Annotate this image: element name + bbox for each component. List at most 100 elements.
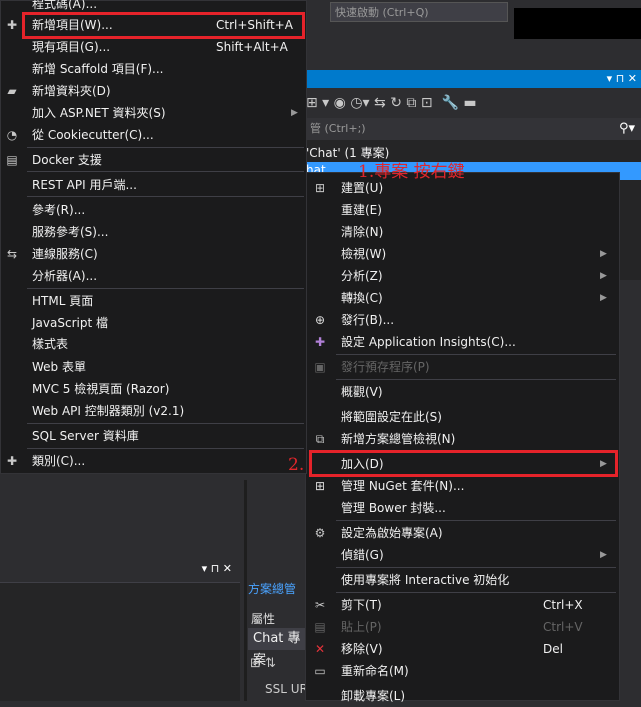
menu-item[interactable]: ✚ 類別(C)... (1, 450, 306, 472)
menu-separator (336, 379, 616, 380)
menu-item-label: MVC 5 檢視頁面 (Razor) (32, 382, 170, 396)
menu-item[interactable]: 分析器(A)... (1, 265, 306, 287)
menu-item-label: 服務參考(S)... (32, 225, 109, 239)
properties-row-label: SSL UR (265, 682, 308, 696)
menu-item[interactable]: ▣ 發行預存程序(P) (306, 356, 619, 378)
menu-item[interactable]: 加入 ASP.NET 資料夾(S) ▶ (1, 102, 306, 124)
solution-explorer-titlebar: ▾ ⊓ ✕ (300, 70, 641, 88)
menu-item-label: 連線服務(C) (32, 247, 98, 261)
menu-item-shortcut: Shift+Alt+A (216, 40, 288, 54)
properties-object-selector[interactable]: Chat 專案 (248, 628, 313, 668)
menu-item[interactable]: 將範圍設定在此(S) (306, 406, 619, 428)
menu-item[interactable]: ⇆ 連線服務(C) (1, 243, 306, 265)
menu-item[interactable]: 偵錯(G) ▶ (306, 544, 619, 566)
menu-item-label: 將範圍設定在此(S) (341, 410, 442, 424)
tab-solution-explorer[interactable]: 方案總管 (248, 578, 302, 600)
menu-item[interactable]: Web API 控制器類別 (v2.1) (1, 400, 306, 422)
menu-item-label: 使用專案將 Interactive 初始化 (341, 573, 510, 587)
menu-separator (27, 448, 304, 449)
menu-item[interactable]: HTML 頁面 (1, 290, 306, 312)
menu-item-label: 發行預存程序(P) (341, 360, 430, 374)
menu-item-label: 偵錯(G) (341, 548, 384, 562)
window-controls-icon[interactable]: ▾ ⊓ ✕ (202, 562, 232, 575)
menu-item[interactable]: 服務參考(S)... (1, 221, 306, 243)
menu-item[interactable]: 現有項目(G)... Shift+Alt+A (1, 36, 306, 58)
solution-explorer-search[interactable]: 管 (Ctrl+;) ⚲▾ (300, 118, 641, 140)
menu-item[interactable]: JavaScript 檔 (1, 312, 306, 334)
connected-service-icon: ⇆ (6, 247, 18, 261)
project-context-menu: ⊞ 建置(U) 重建(E) 清除(N) 檢視(W) ▶ 分析(Z) ▶ 轉換(C) ▶ ⊕ 發行(B)… (305, 172, 620, 703)
solution-explorer-toolbar[interactable]: ⊞ ▾ ◉ ◷▾ ⇆ ↻ ⧉ ⊡ 🔧 ▬ (300, 88, 641, 118)
bottom-left-panel: ▾ ⊓ ✕ (0, 556, 240, 701)
menu-item[interactable]: 分析(Z) ▶ (306, 265, 619, 287)
search-label: 管 (Ctrl+;) (310, 122, 366, 135)
menu-item[interactable]: ✚ 設定 Application Insights(C)... (306, 331, 619, 353)
menu-separator (336, 567, 616, 568)
menu-item-label: 設定為啟始專案(A) (341, 526, 443, 540)
menu-item[interactable]: ✕ 移除(V) Del (306, 638, 619, 660)
rename-icon: ▭ (314, 664, 326, 678)
menu-item[interactable]: ◔ 從 Cookiecutter(C)... (1, 124, 306, 146)
nuget-icon: ⊞ (314, 479, 326, 493)
menu-item-label: 類別(C)... (32, 454, 86, 468)
new-item-icon: ✚ (6, 18, 18, 32)
menu-item-label: 貼上(P) (341, 620, 382, 634)
menu-item[interactable]: ▤ 貼上(P) Ctrl+V (306, 616, 619, 638)
quick-launch-input[interactable]: 快速啟動 (Ctrl+Q) (330, 2, 508, 22)
add-submenu: 程式碼(A)... ✚ 新增項目(W)... Ctrl+Shift+A 現有項目(G).… (0, 0, 307, 474)
menu-item[interactable]: 轉換(C) ▶ (306, 287, 619, 309)
menu-separator (336, 354, 616, 355)
submenu-arrow-icon: ▶ (291, 108, 298, 118)
menu-item[interactable]: ✂ 剪下(T) Ctrl+X (306, 594, 619, 616)
menu-item[interactable]: 概觀(V) (306, 381, 619, 403)
menu-item-label: HTML 頁面 (32, 294, 94, 308)
menu-item[interactable]: 參考(R)... (1, 199, 306, 221)
build-icon: ⊞ (314, 181, 326, 195)
docker-icon: ▤ (6, 153, 18, 167)
menu-item-label: 現有項目(G)... (32, 40, 111, 54)
menu-item[interactable]: ⊞ 管理 NuGet 套件(N)... (306, 475, 619, 497)
menu-item[interactable]: 管理 Bower 封裝... (306, 497, 619, 519)
menu-separator (27, 171, 304, 172)
menu-item[interactable]: ⚙ 設定為啟始專案(A) (306, 522, 619, 544)
menu-item[interactable]: 新增 Scaffold 項目(F)... (1, 58, 306, 80)
menu-separator (336, 592, 616, 593)
menu-item[interactable]: ▰ 新增資料夾(D) (1, 80, 306, 102)
menu-item-label: 新增資料夾(D) (32, 84, 111, 98)
menu-item[interactable]: ⊕ 發行(B)... (306, 309, 619, 331)
submenu-arrow-icon: ▶ (600, 271, 607, 281)
menu-item-label: 檢視(W) (341, 247, 387, 261)
menu-item[interactable]: ▤ Docker 支援 (1, 149, 306, 171)
menu-item-label: 分析器(A)... (32, 269, 98, 283)
submenu-arrow-icon: ▶ (600, 293, 607, 303)
menu-item[interactable]: ⧉ 新增方案總管檢視(N) (306, 428, 619, 450)
menu-item[interactable]: 檢視(W) ▶ (306, 243, 619, 265)
annotation-step2: 2. (288, 455, 305, 475)
menu-item-label: Web 表單 (32, 360, 86, 374)
window-controls-icon[interactable]: ▾ ⊓ ✕ (607, 70, 637, 88)
menu-item[interactable]: 卸載專案(L) (306, 685, 619, 707)
publish-proc-icon: ▣ (314, 360, 326, 374)
menu-item[interactable]: Web 表單 (1, 356, 306, 378)
menu-item[interactable]: ▭ 重新命名(M) (306, 660, 619, 682)
menu-item[interactable]: SQL Server 資料庫 (1, 425, 306, 447)
menu-item-label: 卸載專案(L) (341, 689, 406, 703)
menu-item[interactable]: 使用專案將 Interactive 初始化 (306, 569, 619, 591)
menu-item-label: 新增 Scaffold 項目(F)... (32, 62, 164, 76)
menu-item-label: 從 Cookiecutter(C)... (32, 128, 154, 142)
paste-icon: ▤ (314, 620, 326, 634)
menu-item-label: Docker 支援 (32, 153, 102, 167)
menu-item[interactable]: REST API 用戶端... (1, 174, 306, 196)
menu-item-label: 剪下(T) (341, 598, 382, 612)
menu-item[interactable]: 清除(N) (306, 221, 619, 243)
properties-toolbar-icons[interactable]: ⊞ ⇅ (250, 656, 276, 671)
search-icon[interactable]: ⚲▾ (619, 118, 635, 140)
toolbar-icons[interactable]: ⊞ ▾ ◉ ◷▾ ⇆ ↻ ⧉ ⊡ 🔧 ▬ (306, 95, 477, 111)
menu-item[interactable]: MVC 5 檢視頁面 (Razor) (1, 378, 306, 400)
menu-item[interactable]: 重建(E) (306, 199, 619, 221)
menu-item-label: 清除(N) (341, 225, 384, 239)
menu-item-label: Web API 控制器類別 (v2.1) (32, 404, 185, 418)
menu-item[interactable]: 樣式表 (1, 333, 306, 355)
panel-header: ▾ ⊓ ✕ (0, 556, 240, 582)
insights-icon: ✚ (314, 335, 326, 349)
